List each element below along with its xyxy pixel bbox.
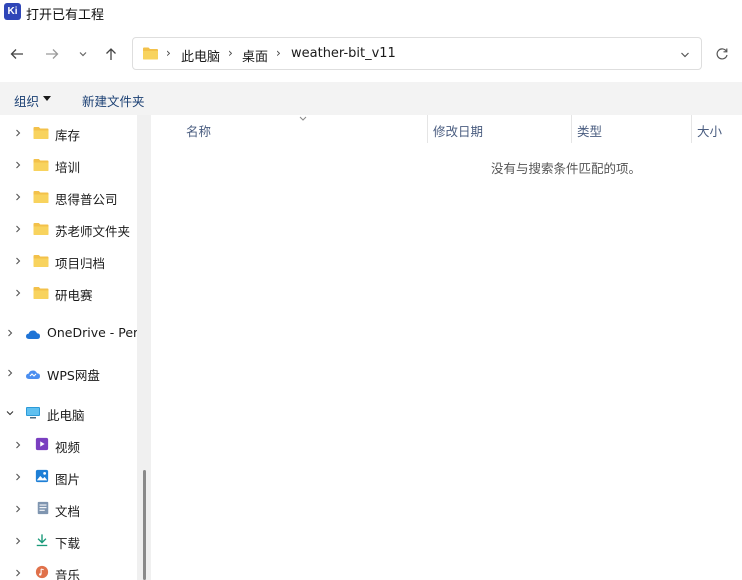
sidebar-item-label: 此电脑 — [47, 408, 85, 423]
sidebar-item-teacher-su[interactable]: 苏老师文件夹 — [0, 219, 137, 239]
folder-icon — [33, 255, 49, 267]
sidebar-item-label: OneDrive - Pers — [47, 325, 137, 340]
address-history-chevron-icon[interactable] — [678, 48, 692, 62]
sidebar-item-label: 图片 — [55, 472, 81, 487]
breadcrumb-separator: › — [228, 46, 233, 60]
sidebar-item-contest[interactable]: 研电赛 — [0, 283, 137, 303]
column-divider[interactable] — [571, 115, 572, 143]
sidebar-item-documents[interactable]: 文档 — [0, 499, 137, 519]
sidebar-item-videos[interactable]: 视频 — [0, 435, 137, 455]
download-icon — [36, 534, 48, 547]
file-list[interactable]: 名称 修改日期 类型 大小 没有与搜索条件匹配的项。 — [151, 115, 742, 580]
folder-icon — [143, 47, 158, 60]
breadcrumb-current-folder[interactable]: weather-bit_v11 — [291, 46, 396, 61]
window-title: 打开已有工程 — [26, 8, 105, 23]
music-icon — [35, 565, 49, 579]
pictures-icon — [35, 469, 49, 483]
sidebar-item-label: 苏老师文件夹 — [55, 224, 131, 239]
breadcrumb-separator: › — [276, 46, 281, 60]
sidebar-scrollbar-thumb[interactable] — [143, 470, 146, 580]
chevron-right-icon[interactable] — [14, 441, 22, 449]
empty-results-message: 没有与搜索条件匹配的项。 — [491, 161, 642, 176]
sidebar-item-label: 思得普公司 — [55, 192, 118, 207]
sort-chevron-icon — [299, 116, 307, 121]
cloud-icon — [26, 330, 40, 339]
chevron-right-icon[interactable] — [6, 329, 14, 337]
sidebar-item-label: 培训 — [55, 160, 81, 175]
folder-icon — [33, 287, 49, 299]
sidebar-item-label: WPS网盘 — [47, 368, 100, 383]
chevron-down-icon — [79, 52, 87, 57]
documents-icon — [37, 501, 49, 515]
app-logo-icon: Ki — [4, 3, 21, 20]
organize-dropdown-icon[interactable] — [43, 96, 51, 101]
chevron-right-icon[interactable] — [14, 225, 22, 233]
breadcrumb-desktop[interactable]: 桌面 — [242, 46, 268, 65]
column-header-name[interactable]: 名称 — [186, 121, 211, 140]
column-header-size[interactable]: 大小 — [697, 121, 722, 140]
column-header-modified[interactable]: 修改日期 — [433, 121, 483, 140]
recent-locations-button[interactable] — [72, 43, 94, 65]
folder-icon — [33, 127, 49, 139]
sidebar-item-onedrive[interactable]: OneDrive - Pers — [0, 323, 137, 343]
sidebar-item-music[interactable]: 音乐 — [0, 563, 137, 580]
sidebar-item-label: 视频 — [55, 440, 81, 455]
computer-icon — [26, 407, 40, 419]
command-bar: 组织 新建文件夹 — [0, 82, 742, 115]
sidebar-item-inventory[interactable]: 库存 — [0, 123, 137, 143]
folder-icon — [33, 159, 49, 171]
address-bar[interactable]: › 此电脑 › 桌面 › weather-bit_v11 — [132, 37, 702, 70]
chevron-right-icon[interactable] — [14, 537, 22, 545]
navigation-bar: › 此电脑 › 桌面 › weather-bit_v11 — [0, 26, 742, 82]
chevron-right-icon[interactable] — [14, 193, 22, 201]
column-header-type[interactable]: 类型 — [577, 121, 602, 140]
refresh-icon[interactable] — [714, 46, 730, 62]
arrow-right-icon — [46, 49, 59, 59]
video-icon — [35, 437, 49, 451]
new-folder-button[interactable]: 新建文件夹 — [82, 91, 145, 110]
sidebar-item-wps-drive[interactable]: WPS网盘 — [0, 363, 137, 383]
sidebar-item-label: 文档 — [55, 504, 81, 519]
folder-icon — [33, 191, 49, 203]
sidebar-item-downloads[interactable]: 下载 — [0, 531, 137, 551]
sidebar-item-this-pc[interactable]: 此电脑 — [0, 403, 137, 423]
chevron-right-icon[interactable] — [14, 161, 22, 169]
chevron-right-icon[interactable] — [14, 129, 22, 137]
chevron-down-icon[interactable] — [6, 409, 14, 417]
up-button[interactable] — [100, 43, 122, 65]
sidebar-item-label: 库存 — [55, 128, 81, 143]
forward-button[interactable] — [41, 43, 63, 65]
chevron-right-icon[interactable] — [14, 569, 22, 577]
breadcrumb-this-pc[interactable]: 此电脑 — [181, 46, 220, 65]
arrow-left-icon — [10, 49, 23, 59]
back-button[interactable] — [6, 43, 28, 65]
sidebar-item-label: 项目归档 — [55, 256, 106, 271]
sidebar-item-training[interactable]: 培训 — [0, 155, 137, 175]
navigation-pane[interactable]: 库存 培训 思得普公司 苏老师文件夹 项目归档 研电赛 OneDrive - P… — [0, 115, 137, 580]
chevron-right-icon[interactable] — [6, 369, 14, 377]
organize-button[interactable]: 组织 — [14, 91, 39, 110]
chevron-right-icon[interactable] — [14, 473, 22, 481]
breadcrumb-separator: › — [166, 46, 171, 60]
title-bar: Ki 打开已有工程 — [0, 0, 742, 26]
chevron-right-icon[interactable] — [14, 257, 22, 265]
chevron-right-icon[interactable] — [14, 505, 22, 513]
sidebar-item-label: 下载 — [55, 536, 81, 551]
folder-icon — [33, 223, 49, 235]
sidebar-item-company[interactable]: 思得普公司 — [0, 187, 137, 207]
wps-cloud-icon — [26, 370, 40, 379]
sidebar-item-archive[interactable]: 项目归档 — [0, 251, 137, 271]
sidebar-item-label: 音乐 — [55, 568, 81, 580]
chevron-right-icon[interactable] — [14, 289, 22, 297]
arrow-up-icon — [106, 48, 116, 60]
sidebar-item-label: 研电赛 — [55, 288, 93, 303]
sidebar-item-pictures[interactable]: 图片 — [0, 467, 137, 487]
column-divider[interactable] — [691, 115, 692, 143]
column-divider[interactable] — [427, 115, 428, 143]
